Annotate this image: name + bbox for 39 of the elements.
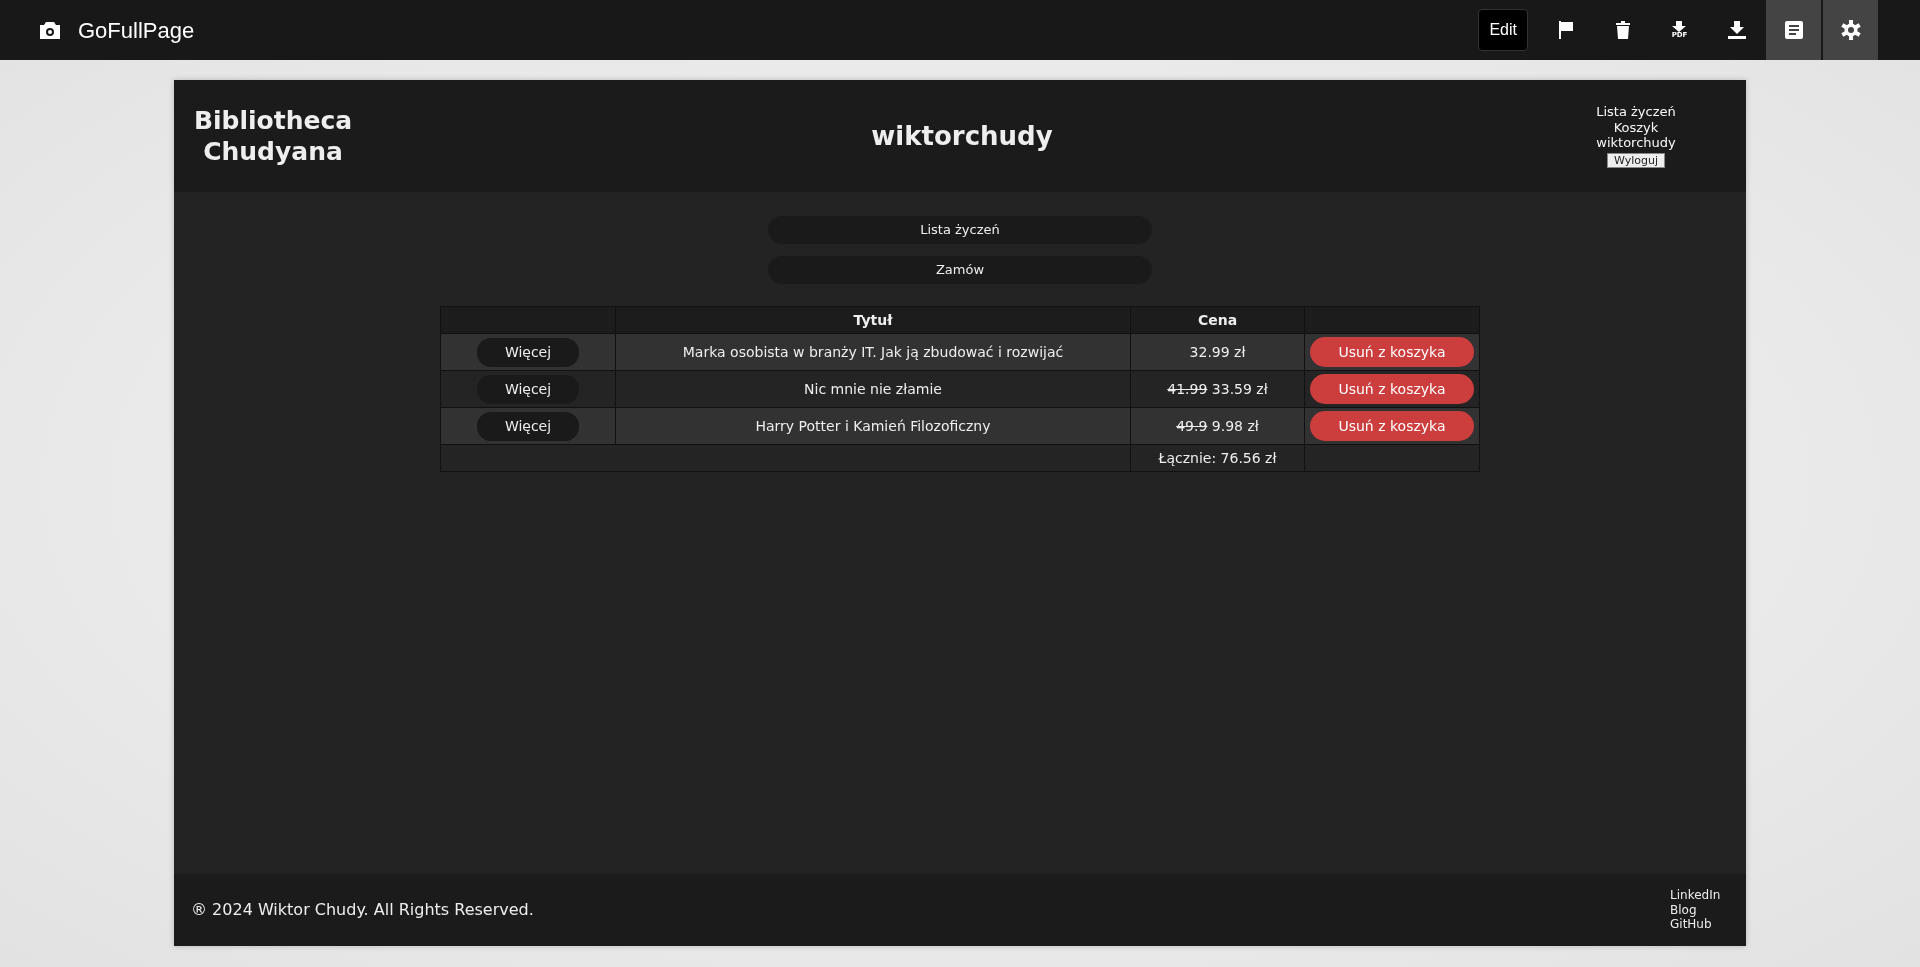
column-header: Tytuł — [615, 306, 1131, 334]
book-title-cell: Harry Potter i Kamień Filozoficzny — [615, 407, 1131, 445]
document-icon — [1784, 21, 1803, 39]
price: 32.99 zł — [1189, 343, 1246, 360]
old-price: 41.99 — [1167, 380, 1208, 397]
settings-button[interactable] — [1823, 0, 1878, 60]
trash-icon — [1615, 21, 1630, 39]
column-header: Cena — [1130, 306, 1305, 334]
remove-from-cart-button[interactable]: Usuń z koszyka — [1310, 374, 1474, 404]
price: 9.98 zł — [1211, 417, 1259, 434]
app-title: GoFullPage — [78, 16, 195, 45]
site-brand[interactable]: Bibliotheca Chudyana — [188, 104, 358, 168]
action-button[interactable]: Lista życzeń — [768, 216, 1152, 244]
user-menu-link[interactable]: Koszyk — [1613, 119, 1659, 136]
footer-link[interactable]: LinkedIn — [1670, 888, 1730, 903]
logout-button[interactable]: Wyloguj — [1607, 152, 1665, 168]
book-title-cell: Marka osobista w branży IT. Jak ją zbudować i rozwijać — [615, 333, 1131, 371]
price: 33.59 zł — [1211, 380, 1268, 397]
settings-icon — [1840, 20, 1861, 40]
page-heading: wiktorchudy — [871, 120, 1053, 151]
total-cell: Łącznie: 76.56 zł — [1130, 444, 1305, 472]
more-button[interactable]: Więcej — [477, 374, 579, 404]
flag-icon — [1557, 21, 1574, 39]
edit-button[interactable]: Edit — [1478, 9, 1528, 51]
more-button[interactable]: Więcej — [477, 337, 579, 367]
camera-icon — [40, 21, 60, 39]
download-icon — [1727, 21, 1746, 39]
remove-from-cart-button[interactable]: Usuń z koszyka — [1310, 411, 1474, 441]
old-price: 49.9 — [1176, 417, 1208, 434]
remove-from-cart-button[interactable]: Usuń z koszyka — [1310, 337, 1474, 367]
footer-link[interactable]: GitHub — [1670, 917, 1730, 932]
book-title-cell: Nic mnie nie złamie — [615, 370, 1131, 408]
user-menu-link[interactable]: wiktorchudy — [1596, 135, 1676, 151]
more-button[interactable]: Więcej — [477, 411, 579, 441]
copyright-text: ® 2024 Wiktor Chudy. All Rights Reserved. — [191, 899, 535, 921]
footer-link[interactable]: Blog — [1670, 902, 1730, 918]
user-menu-link[interactable]: Lista życzeń — [1596, 104, 1676, 120]
action-button[interactable]: Zamów — [768, 256, 1152, 284]
document-button[interactable] — [1766, 0, 1821, 60]
